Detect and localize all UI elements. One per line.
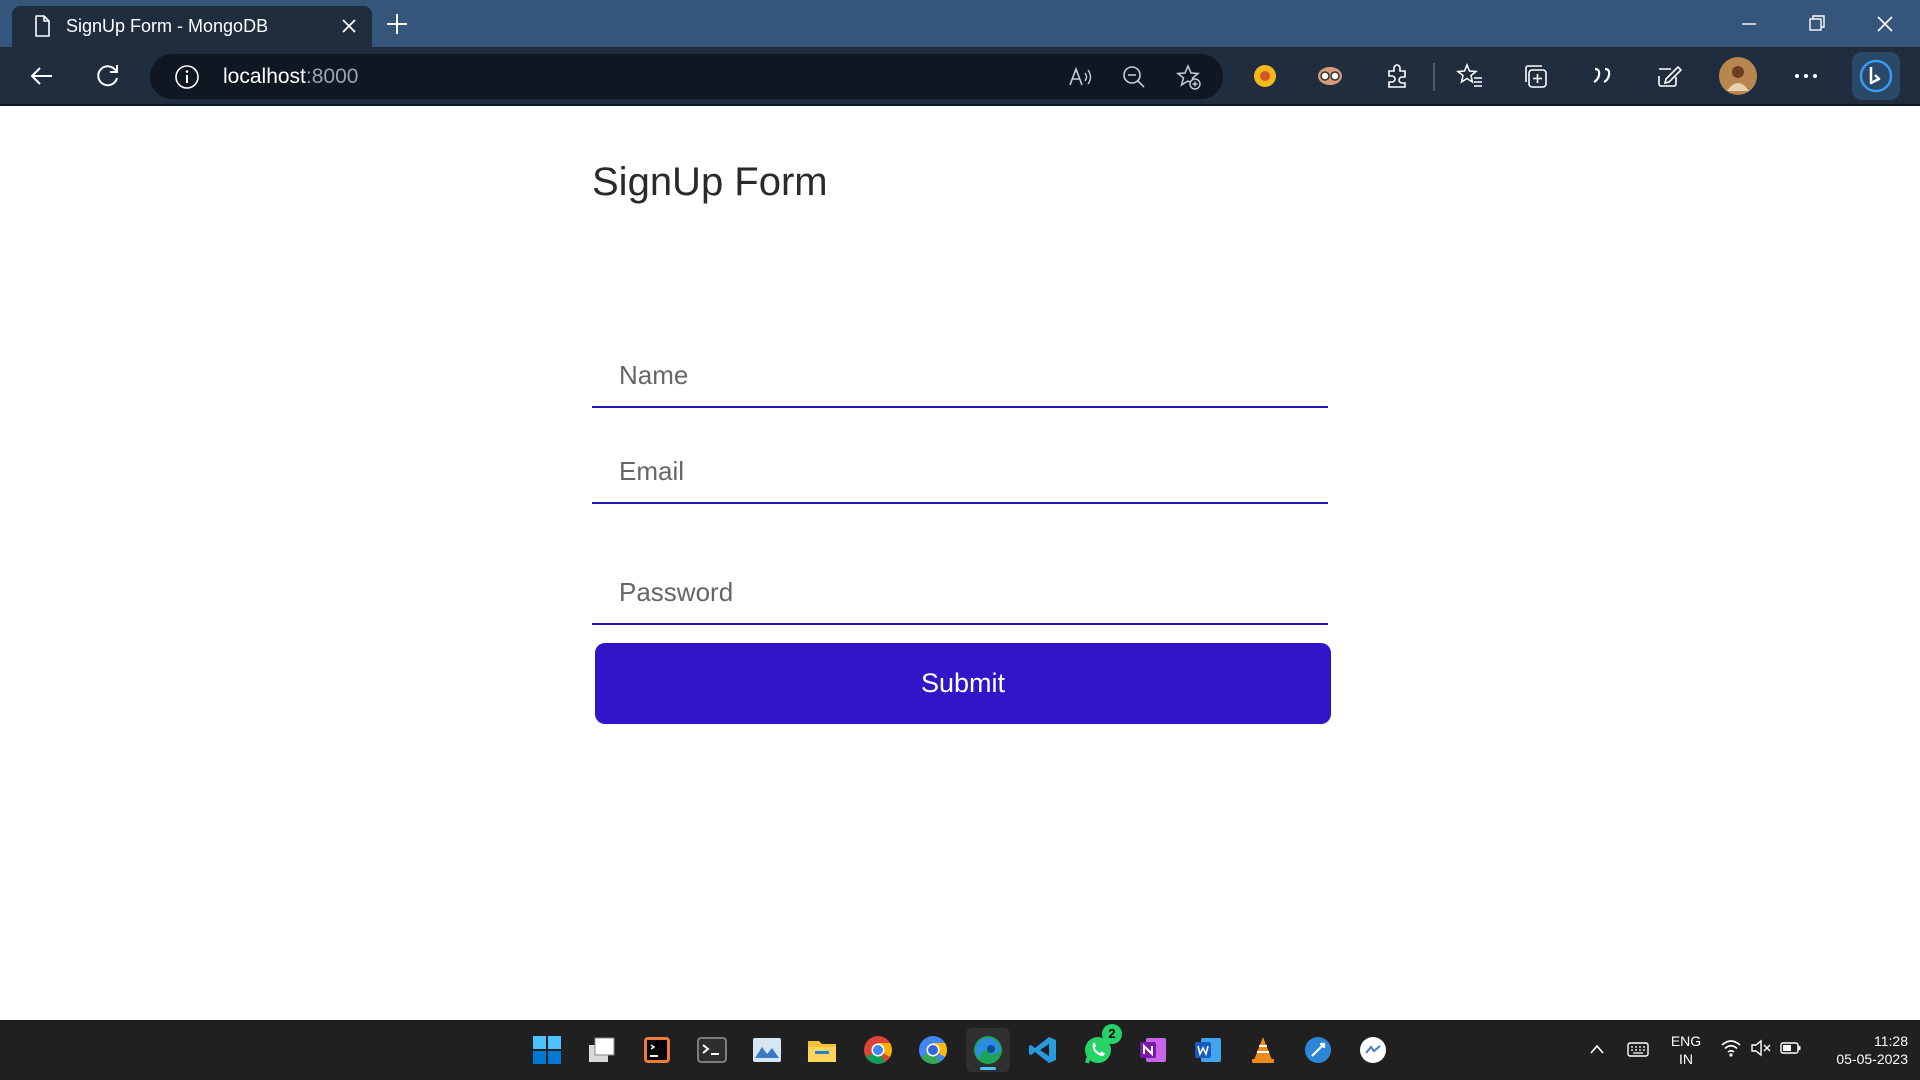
edge-icon[interactable] bbox=[966, 1028, 1010, 1072]
page-content: SignUp Form Submit bbox=[0, 108, 1920, 1020]
extension-honey-icon[interactable] bbox=[1248, 59, 1282, 93]
extension-incognito-icon[interactable] bbox=[1313, 59, 1347, 93]
taskbar: 2 ENG IN 11:28 05-05-2023 bbox=[0, 1020, 1920, 1080]
url-port: :8000 bbox=[305, 65, 359, 88]
chrome-icon[interactable] bbox=[856, 1028, 900, 1072]
close-tab-icon[interactable] bbox=[338, 15, 360, 37]
url-text[interactable]: localhost:8000 bbox=[223, 65, 358, 89]
performance-icon[interactable] bbox=[1651, 59, 1685, 93]
password-input[interactable] bbox=[592, 561, 1328, 625]
new-tab-icon[interactable] bbox=[382, 9, 412, 39]
profile-avatar[interactable] bbox=[1719, 57, 1757, 95]
site-info-icon[interactable] bbox=[174, 64, 200, 90]
messenger-icon[interactable] bbox=[1351, 1028, 1395, 1072]
refresh-icon[interactable] bbox=[93, 61, 123, 91]
language-line1: ENG bbox=[1670, 1033, 1702, 1049]
start-windows-icon[interactable] bbox=[525, 1028, 569, 1072]
settings-app-icon[interactable] bbox=[1296, 1028, 1340, 1072]
name-input[interactable] bbox=[592, 344, 1328, 408]
active-app-indicator bbox=[980, 1067, 996, 1070]
read-aloud-icon[interactable] bbox=[1066, 63, 1094, 91]
onenote-icon[interactable] bbox=[1131, 1028, 1175, 1072]
tab-signup-form[interactable]: SignUp Form - MongoDB bbox=[12, 6, 372, 47]
vscode-icon[interactable] bbox=[1021, 1028, 1065, 1072]
add-favorite-icon[interactable] bbox=[1174, 63, 1202, 91]
collections-icon[interactable] bbox=[1519, 59, 1553, 93]
clock-date: 05-05-2023 bbox=[1836, 1051, 1908, 1067]
terminal-icon[interactable] bbox=[690, 1028, 734, 1072]
close-window-icon[interactable] bbox=[1870, 9, 1900, 39]
bing-chat-icon[interactable] bbox=[1852, 52, 1900, 100]
jetbrains-icon[interactable] bbox=[635, 1028, 679, 1072]
browser-toolbar: localhost:8000 bbox=[0, 47, 1920, 106]
submit-button[interactable]: Submit bbox=[595, 643, 1331, 724]
clock[interactable]: 11:28 05-05-2023 bbox=[1818, 1032, 1908, 1068]
clock-time: 11:28 bbox=[1874, 1033, 1908, 1049]
browser-title-bar: SignUp Form - MongoDB bbox=[0, 0, 1920, 47]
page-icon bbox=[35, 15, 50, 37]
whatsapp-icon[interactable]: 2 bbox=[1076, 1024, 1122, 1072]
chevron-up-icon[interactable] bbox=[1588, 1042, 1606, 1056]
quote-extension-icon[interactable] bbox=[1585, 59, 1619, 93]
back-arrow-icon[interactable] bbox=[27, 61, 57, 91]
task-view-icon[interactable] bbox=[580, 1028, 624, 1072]
tab-title: SignUp Form - MongoDB bbox=[66, 16, 269, 36]
minimize-icon[interactable] bbox=[1734, 9, 1764, 39]
email-input[interactable] bbox=[592, 440, 1328, 504]
vlc-icon[interactable] bbox=[1241, 1028, 1285, 1072]
zoom-out-icon[interactable] bbox=[1120, 63, 1148, 91]
whatsapp-notification-badge: 2 bbox=[1102, 1024, 1122, 1044]
language-indicator[interactable]: ENG IN bbox=[1666, 1032, 1706, 1068]
photos-icon[interactable] bbox=[745, 1028, 789, 1072]
keyboard-icon[interactable] bbox=[1627, 1040, 1649, 1058]
volume-muted-icon[interactable] bbox=[1750, 1038, 1772, 1058]
form-title: SignUp Form bbox=[592, 160, 828, 204]
favorites-icon[interactable] bbox=[1453, 59, 1487, 93]
word-icon[interactable] bbox=[1186, 1028, 1230, 1072]
more-options-icon[interactable] bbox=[1789, 59, 1823, 93]
restore-icon[interactable] bbox=[1802, 9, 1832, 39]
language-line2: IN bbox=[1679, 1051, 1693, 1067]
file-explorer-icon[interactable] bbox=[800, 1028, 844, 1072]
url-host: localhost bbox=[223, 65, 306, 88]
battery-icon[interactable] bbox=[1780, 1040, 1802, 1056]
toolbar-divider bbox=[1433, 63, 1435, 91]
extensions-puzzle-icon[interactable] bbox=[1380, 59, 1414, 93]
wifi-icon[interactable] bbox=[1720, 1038, 1742, 1058]
address-bar[interactable]: localhost:8000 bbox=[150, 54, 1223, 99]
chrome-beta-icon[interactable] bbox=[911, 1028, 955, 1072]
